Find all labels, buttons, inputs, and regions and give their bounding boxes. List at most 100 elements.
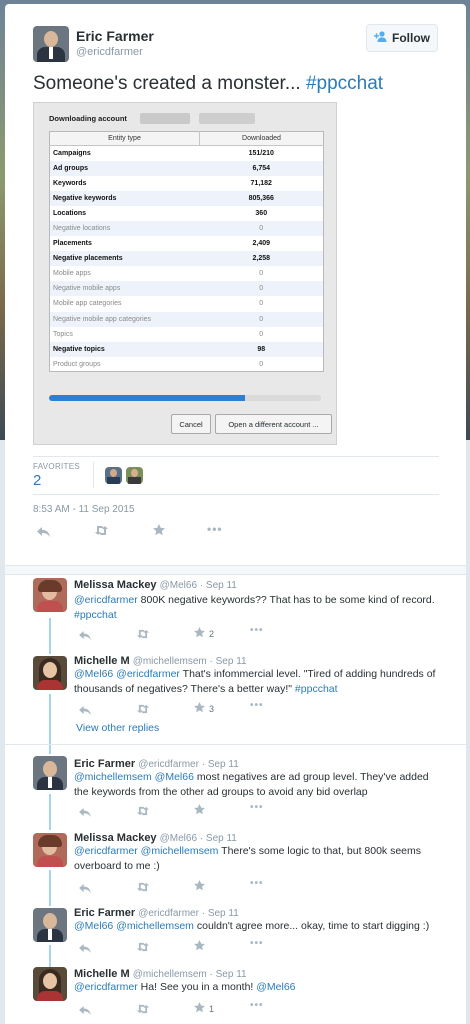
favoriter-avatar[interactable]	[126, 467, 143, 484]
reply-author[interactable]: Melissa Mackey @Mel66 · Sep 11	[74, 832, 237, 844]
follow-label: Follow	[392, 31, 430, 45]
entity-row: Negative mobile app categories 0	[49, 311, 324, 327]
reply-avatar[interactable]	[33, 908, 67, 942]
reply-icon[interactable]	[79, 942, 91, 956]
star-icon[interactable]	[194, 940, 205, 954]
star-icon[interactable]	[194, 880, 205, 894]
retweet-icon[interactable]	[136, 703, 150, 717]
reply-icon[interactable]	[79, 882, 91, 896]
entity-name: Product groups	[53, 360, 101, 368]
retweet-icon[interactable]	[136, 1003, 150, 1017]
reply-avatar[interactable]	[33, 756, 67, 790]
follow-button[interactable]: Follow	[366, 24, 438, 52]
reply-icon[interactable]	[79, 1004, 91, 1018]
reply-icon[interactable]	[79, 629, 91, 643]
author-avatar[interactable]	[33, 26, 69, 62]
entity-row: Topics 0	[50, 327, 324, 342]
more-icon[interactable]: •••	[250, 938, 264, 949]
entity-name: Negative keywords	[49, 190, 200, 206]
star-icon[interactable]	[194, 702, 205, 716]
favorites-label: FAVORITES	[33, 462, 81, 471]
entity-name: Locations	[53, 209, 87, 217]
entity-row: Negative keywords 805,366	[49, 190, 324, 206]
mention-link[interactable]: @ericdfarmer	[74, 594, 138, 606]
author-name[interactable]: Eric Farmer	[76, 28, 154, 44]
reply-icon[interactable]	[79, 704, 91, 718]
thread-line	[49, 870, 51, 906]
cancel-button: Cancel	[171, 414, 211, 434]
reply-text: @ericdfarmer Ha! See you in a month! @Me…	[74, 980, 444, 995]
hashtag-link[interactable]: #ppcchat	[306, 73, 383, 94]
hashtag-link[interactable]: #ppcchat	[74, 609, 117, 621]
reply-author[interactable]: Eric Farmer @ericdfarmer · Sep 11	[74, 907, 239, 919]
mention-link[interactable]: @ericdfarmer @michellemsem	[74, 845, 218, 857]
mention-link[interactable]: @michellemsem @Mel66	[74, 771, 194, 783]
hashtag-link[interactable]: #ppcchat	[295, 683, 338, 695]
progress-fill	[49, 395, 245, 401]
favorite-count: 2	[209, 629, 215, 639]
download-progress-bar	[49, 395, 321, 401]
retweet-icon[interactable]	[136, 941, 150, 955]
mention-link[interactable]: @Mel66 @ericdfarmer	[74, 668, 180, 680]
star-icon[interactable]	[194, 804, 205, 818]
entity-row: Mobile apps 0	[50, 266, 324, 281]
view-other-replies-link[interactable]: View other replies	[76, 722, 159, 734]
entity-row: Placements 2,409	[50, 236, 324, 251]
more-icon[interactable]: •••	[250, 878, 264, 889]
reply-icon[interactable]	[37, 526, 50, 540]
retweet-icon[interactable]	[136, 805, 150, 819]
reply-avatar[interactable]	[33, 967, 67, 1001]
entity-name: Mobile apps	[53, 270, 91, 278]
star-icon[interactable]	[153, 524, 165, 539]
entity-row: Negative placements 2,258	[49, 251, 324, 267]
entity-downloaded: 0	[259, 270, 264, 278]
entity-row: Keywords 71,182	[50, 176, 324, 191]
star-icon[interactable]	[194, 627, 205, 641]
reply-avatar[interactable]	[33, 833, 67, 867]
more-icon[interactable]: •••	[250, 625, 264, 636]
entity-downloaded: 0	[259, 330, 264, 338]
reply-author[interactable]: Melissa Mackey @Mel66 · Sep 11	[74, 579, 237, 591]
author-handle[interactable]: @ericdfarmer	[76, 46, 143, 58]
attached-image[interactable]: Downloading account Entity type Download…	[33, 102, 337, 445]
entity-name: Negative topics	[49, 341, 200, 357]
tweet-timestamp[interactable]: 8:53 AM - 11 Sep 2015	[33, 504, 135, 515]
star-icon[interactable]	[194, 1002, 205, 1016]
reply-meta: @ericdfarmer · Sep 11	[138, 759, 239, 770]
mention-link[interactable]: @Mel66	[256, 981, 295, 993]
entity-row: Product groups 0	[50, 357, 324, 372]
reply-icon[interactable]	[79, 806, 91, 820]
entity-name: Negative locations	[49, 220, 200, 237]
reply-text: @ericdfarmer 800K negative keywords?? Th…	[74, 593, 444, 623]
more-icon[interactable]: •••	[250, 1000, 264, 1011]
more-icon[interactable]: •••	[207, 522, 223, 536]
reply-body: couldn't agree more... okay, time to sta…	[193, 920, 430, 932]
favoriter-avatar[interactable]	[105, 467, 122, 484]
reply-avatar[interactable]	[33, 656, 67, 690]
reply-meta: @ericdfarmer · Sep 11	[138, 908, 239, 919]
more-icon[interactable]: •••	[250, 700, 264, 711]
favorites-count[interactable]: 2	[33, 472, 41, 489]
more-icon[interactable]: •••	[250, 802, 264, 813]
entity-downloaded: 805,366	[199, 190, 324, 206]
retweet-icon[interactable]	[136, 881, 150, 895]
entity-name: Ad groups	[49, 160, 200, 176]
thread-line	[49, 794, 51, 830]
entity-row: Campaigns 151/210	[50, 146, 324, 161]
redacted-account-id	[199, 113, 255, 124]
reply-author[interactable]: Eric Farmer @ericdfarmer · Sep 11	[74, 758, 239, 770]
reply-author[interactable]: Michelle M @michellemsem · Sep 11	[74, 968, 247, 980]
mention-link[interactable]: @ericdfarmer	[74, 981, 138, 993]
entity-downloaded: 360	[255, 209, 268, 217]
entity-downloaded: 6,754	[199, 160, 324, 176]
reply-avatar[interactable]	[33, 578, 67, 612]
reply-body: Ha! See you in a month!	[137, 981, 257, 993]
reply-author[interactable]: Michelle M @michellemsem · Sep 11	[74, 655, 247, 667]
retweet-icon[interactable]	[94, 525, 109, 539]
open-different-account-button: Open a different account ...	[215, 414, 332, 434]
divider	[33, 456, 439, 457]
retweet-icon[interactable]	[136, 628, 150, 642]
entity-row: Negative topics 98	[49, 341, 324, 357]
mention-link[interactable]: @Mel66 @michellemsem	[74, 920, 194, 932]
reply-author-name: Eric Farmer	[74, 758, 136, 770]
